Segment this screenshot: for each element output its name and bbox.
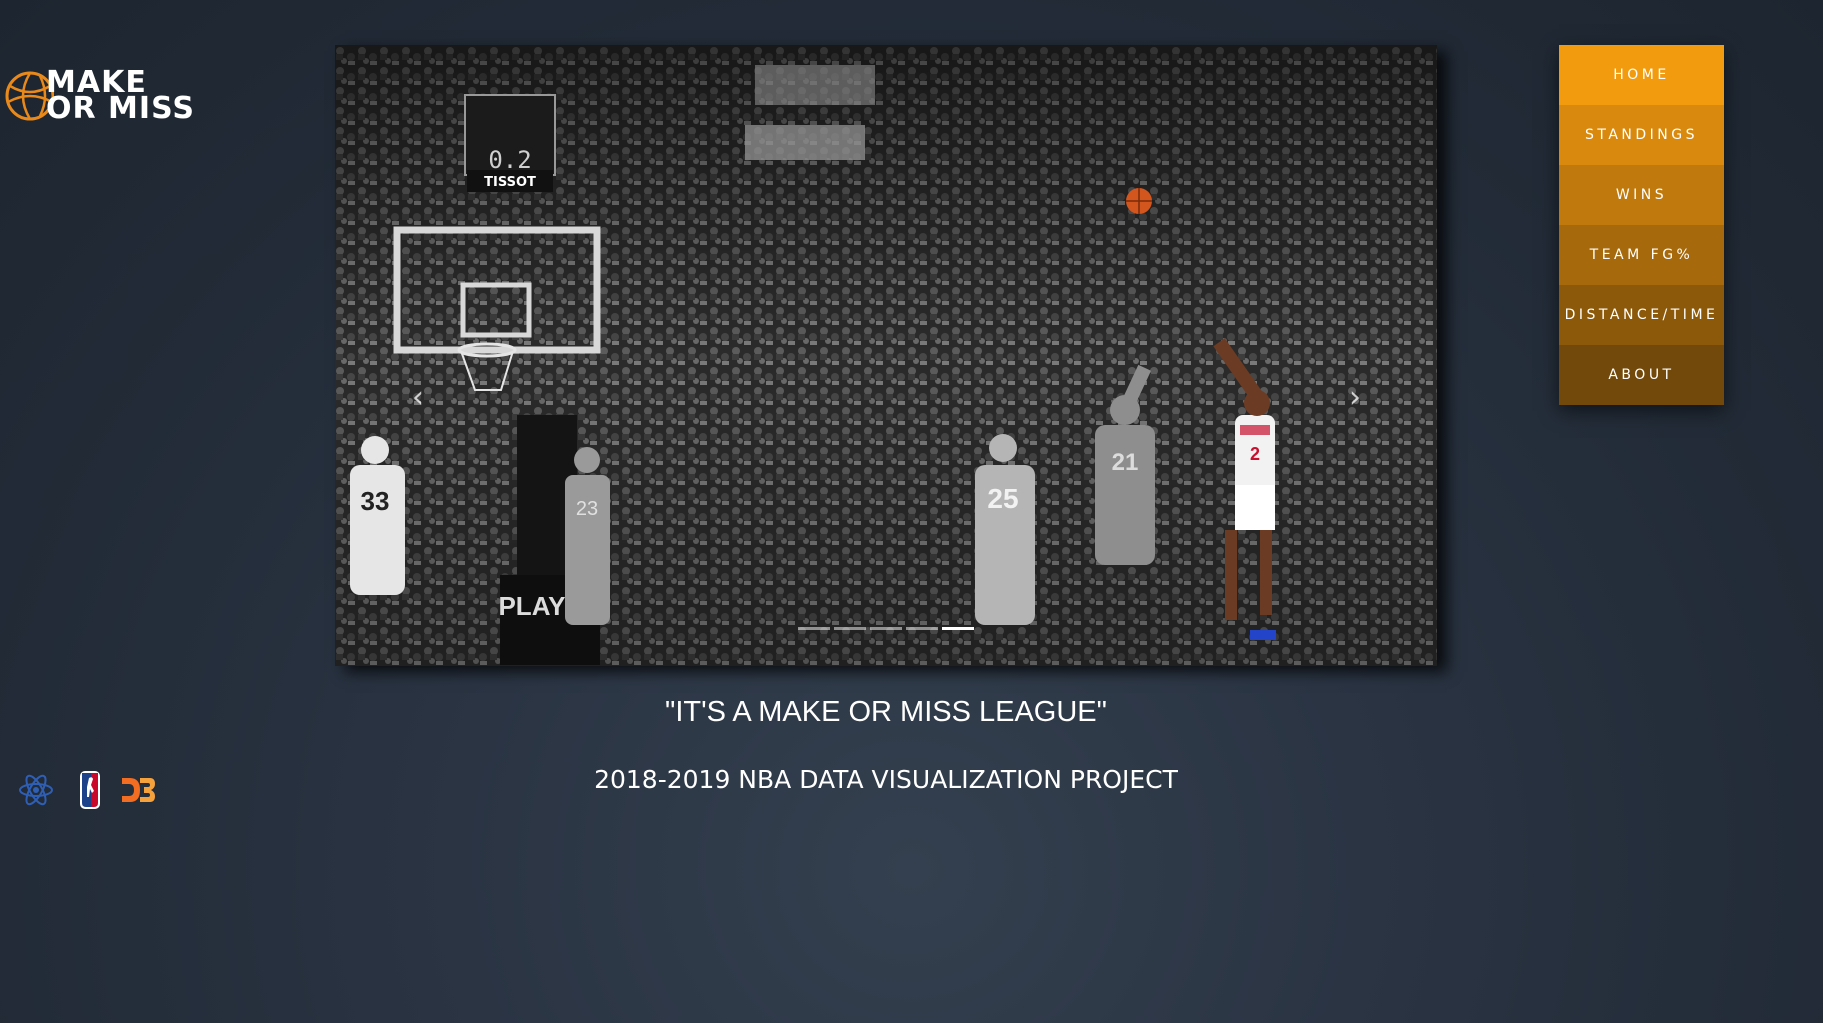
hero-subtitle: 2018-2019 NBA DATA VISUALIZATION PROJECT <box>594 765 1178 794</box>
chevron-right-icon: › <box>1349 380 1361 415</box>
carousel-indicator[interactable] <box>906 627 938 630</box>
svg-text:33: 33 <box>361 486 390 516</box>
logo-line-2: OR MISS <box>46 91 195 126</box>
carousel-indicator[interactable] <box>834 627 866 630</box>
logo-wordmark: MAKE OR MISS <box>46 68 195 126</box>
carousel-indicators <box>798 624 978 634</box>
svg-text:23: 23 <box>576 498 598 520</box>
svg-text:25: 25 <box>987 483 1018 514</box>
carousel-prev-button[interactable]: ‹ <box>403 380 433 416</box>
nav-item-home[interactable]: HOME <box>1559 45 1724 105</box>
nav-item-wins[interactable]: WINS <box>1559 165 1724 225</box>
carousel-indicator[interactable] <box>870 627 902 630</box>
svg-text:21: 21 <box>1112 449 1139 476</box>
carousel-slide-image: 0.2 TISSOT PLAYOF 33 23 25 21 2 <box>335 45 1437 666</box>
nav-item-distance-time[interactable]: DISTANCE/TIME <box>1559 285 1724 345</box>
carousel-indicator[interactable] <box>798 627 830 630</box>
svg-text:2: 2 <box>1250 444 1260 464</box>
hero-carousel[interactable]: 0.2 TISSOT PLAYOF 33 23 25 21 2 ‹ › <box>335 45 1437 666</box>
chevron-left-icon: ‹ <box>412 380 424 415</box>
react-icon <box>19 774 53 806</box>
d3-icon <box>122 778 155 802</box>
nav-item-standings[interactable]: STANDINGS <box>1559 105 1724 165</box>
carousel-indicator-active[interactable] <box>942 627 974 630</box>
hero-quote: "IT'S A MAKE OR MISS LEAGUE" <box>665 696 1107 728</box>
svg-text:TISSOT: TISSOT <box>484 175 536 190</box>
nba-logo-icon <box>80 771 100 809</box>
nav-item-about[interactable]: ABOUT <box>1559 345 1724 405</box>
carousel-next-button[interactable]: › <box>1340 380 1370 416</box>
shot-clock-display: 0.2 <box>488 146 531 174</box>
site-logo[interactable]: MAKE OR MISS <box>4 64 204 126</box>
nav-item-team-fg[interactable]: TEAM FG% <box>1559 225 1724 285</box>
main-nav: HOME STANDINGS WINS TEAM FG% DISTANCE/TI… <box>1559 45 1724 405</box>
